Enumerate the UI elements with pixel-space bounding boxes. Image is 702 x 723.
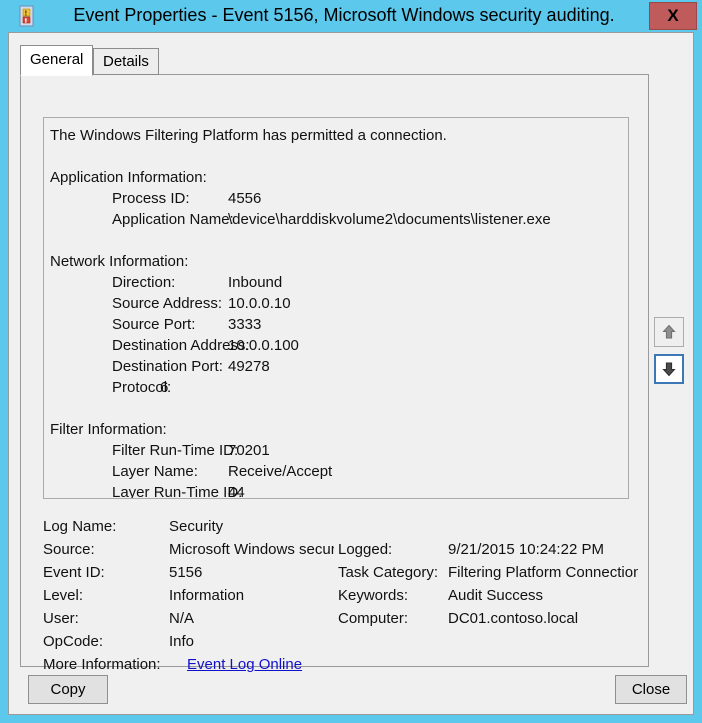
section-heading-filter: Filter Information: [50,419,629,440]
copy-button[interactable]: Copy [28,675,108,704]
up-arrow-icon [655,318,683,346]
row-layer-name: Layer Name:Receive/Accept [50,461,629,482]
description-summary: The Windows Filtering Platform has permi… [50,125,629,146]
row-source-address-label: Source Address: [50,293,228,314]
event-log-online-link[interactable]: Event Log Online [187,653,302,676]
row-layer-name-label: Layer Name: [50,461,228,482]
tab-page-general: The Windows Filtering Platform has permi… [20,74,649,667]
event-description-box[interactable]: The Windows Filtering Platform has permi… [43,117,629,499]
row-protocol-value: 6 [160,377,168,398]
tab-strip: Details General [20,45,170,75]
meta-row-opcode: OpCode: Info [43,630,633,653]
row-direction: Direction:Inbound [50,272,629,293]
row-filter-runtime-id-value: 70201 [228,440,270,461]
tab-general[interactable]: General [20,45,93,76]
dialog-client-area: Details General The Windows Filtering Pl… [8,32,694,715]
row-source-port-label: Source Port: [50,314,228,335]
level-value: Information [169,584,334,607]
spacer [50,146,629,167]
row-destination-port-label: Destination Port: [50,356,228,377]
close-window-button[interactable]: X [649,2,697,30]
log-name-label: Log Name: [43,515,116,538]
keywords-label: Keywords: [338,584,408,607]
row-destination-address-label: Destination Address: [50,335,228,356]
row-direction-label: Direction: [50,272,228,293]
row-protocol-label: Protocol: [50,377,160,398]
window-title: Event Properties - Event 5156, Microsoft… [44,0,644,32]
meta-row-log-name: Log Name: Security [43,515,633,538]
down-arrow-icon [656,356,682,382]
source-label: Source: [43,538,95,561]
section-heading-network: Network Information: [50,251,629,272]
more-information-label: More Information: [43,653,161,676]
meta-row-event-id-task-category: Event ID: 5156 Task Category: Filtering … [43,561,633,584]
row-application-name-value: \device\harddiskvolume2\documents\listen… [228,209,551,230]
row-layer-name-value: Receive/Accept [228,461,332,482]
event-id-label: Event ID: [43,561,105,584]
row-direction-value: Inbound [228,272,282,293]
spacer [50,230,629,251]
row-layer-runtime-id-value: 44 [228,482,245,499]
next-event-button[interactable] [654,354,684,384]
meta-row-user-computer: User: N/A Computer: DC01.contoso.local [43,607,633,630]
close-button[interactable]: Close [615,675,687,704]
previous-event-button[interactable] [654,317,684,347]
row-process-id-label: Process ID: [50,188,228,209]
row-source-port: Source Port:3333 [50,314,629,335]
row-application-name: Application Name:\device\harddiskvolume2… [50,209,629,230]
row-filter-runtime-id-label: Filter Run-Time ID: [50,440,228,461]
task-category-value: Filtering Platform Connection [448,561,638,584]
source-value: Microsoft Windows security auditing. [169,538,334,561]
row-process-id-value: 4556 [228,188,261,209]
opcode-value: Info [169,630,334,653]
meta-row-source-logged: Source: Microsoft Windows security audit… [43,538,633,561]
row-source-address-value: 10.0.0.10 [228,293,291,314]
keywords-value: Audit Success [448,584,638,607]
task-category-label: Task Category: [338,561,438,584]
row-destination-address-value: 10.0.0.100 [228,335,299,356]
row-source-address: Source Address:10.0.0.10 [50,293,629,314]
level-label: Level: [43,584,83,607]
meta-row-more-information: More Information: Event Log Online [43,653,633,676]
event-description-text: The Windows Filtering Platform has permi… [44,118,629,499]
logged-value: 9/21/2015 10:24:22 PM [448,538,638,561]
event-properties-window: Event Properties - Event 5156, Microsoft… [0,0,702,723]
computer-label: Computer: [338,607,408,630]
event-id-value: 5156 [169,561,334,584]
row-layer-runtime-id: Layer Run-Time ID:44 [50,482,629,499]
section-heading-application: Application Information: [50,167,629,188]
spacer [50,398,629,419]
row-destination-port-value: 49278 [228,356,270,377]
row-destination-address: Destination Address:10.0.0.100 [50,335,629,356]
log-name-value: Security [169,515,334,538]
event-properties-icon [18,5,38,27]
row-filter-runtime-id: Filter Run-Time ID:70201 [50,440,629,461]
logged-label: Logged: [338,538,392,561]
user-label: User: [43,607,79,630]
event-metadata-grid: Log Name: Security Source: Microsoft Win… [43,515,633,655]
tab-details[interactable]: Details [93,48,159,75]
meta-row-level-keywords: Level: Information Keywords: Audit Succe… [43,584,633,607]
user-value: N/A [169,607,334,630]
row-application-name-label: Application Name: [50,209,228,230]
row-layer-runtime-id-label: Layer Run-Time ID: [50,482,228,499]
row-destination-port: Destination Port:49278 [50,356,629,377]
computer-value: DC01.contoso.local [448,607,638,630]
title-bar: Event Properties - Event 5156, Microsoft… [0,0,702,32]
row-source-port-value: 3333 [228,314,261,335]
row-protocol: Protocol:6 [50,377,629,398]
opcode-label: OpCode: [43,630,103,653]
row-process-id: Process ID:4556 [50,188,629,209]
